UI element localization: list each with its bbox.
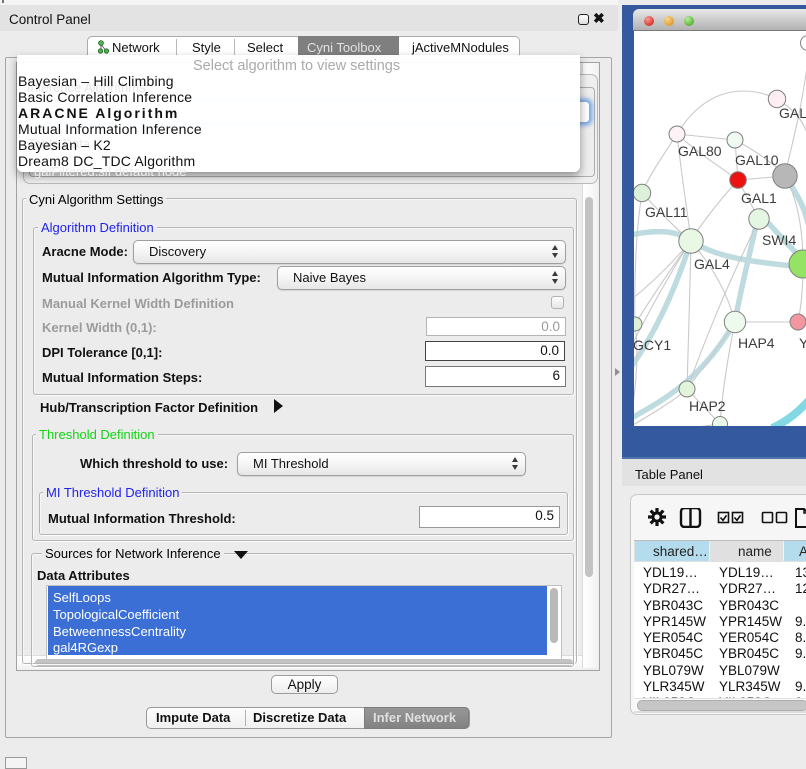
svg-text:GAL8: GAL8 [779,105,806,121]
svg-text:GAL10: GAL10 [735,152,779,168]
svg-text:HAP4: HAP4 [738,335,775,351]
svg-text:GAL4: GAL4 [694,256,730,272]
svg-text:GAL80: GAL80 [678,143,722,159]
svg-text:SWI4: SWI4 [762,232,796,248]
svg-text:HAP2: HAP2 [689,398,726,414]
svg-text:GCY1: GCY1 [634,337,671,353]
svg-text:GAL1: GAL1 [741,190,777,206]
svg-text:GAL11: GAL11 [645,204,688,220]
svg-text:Y: Y [799,335,806,351]
